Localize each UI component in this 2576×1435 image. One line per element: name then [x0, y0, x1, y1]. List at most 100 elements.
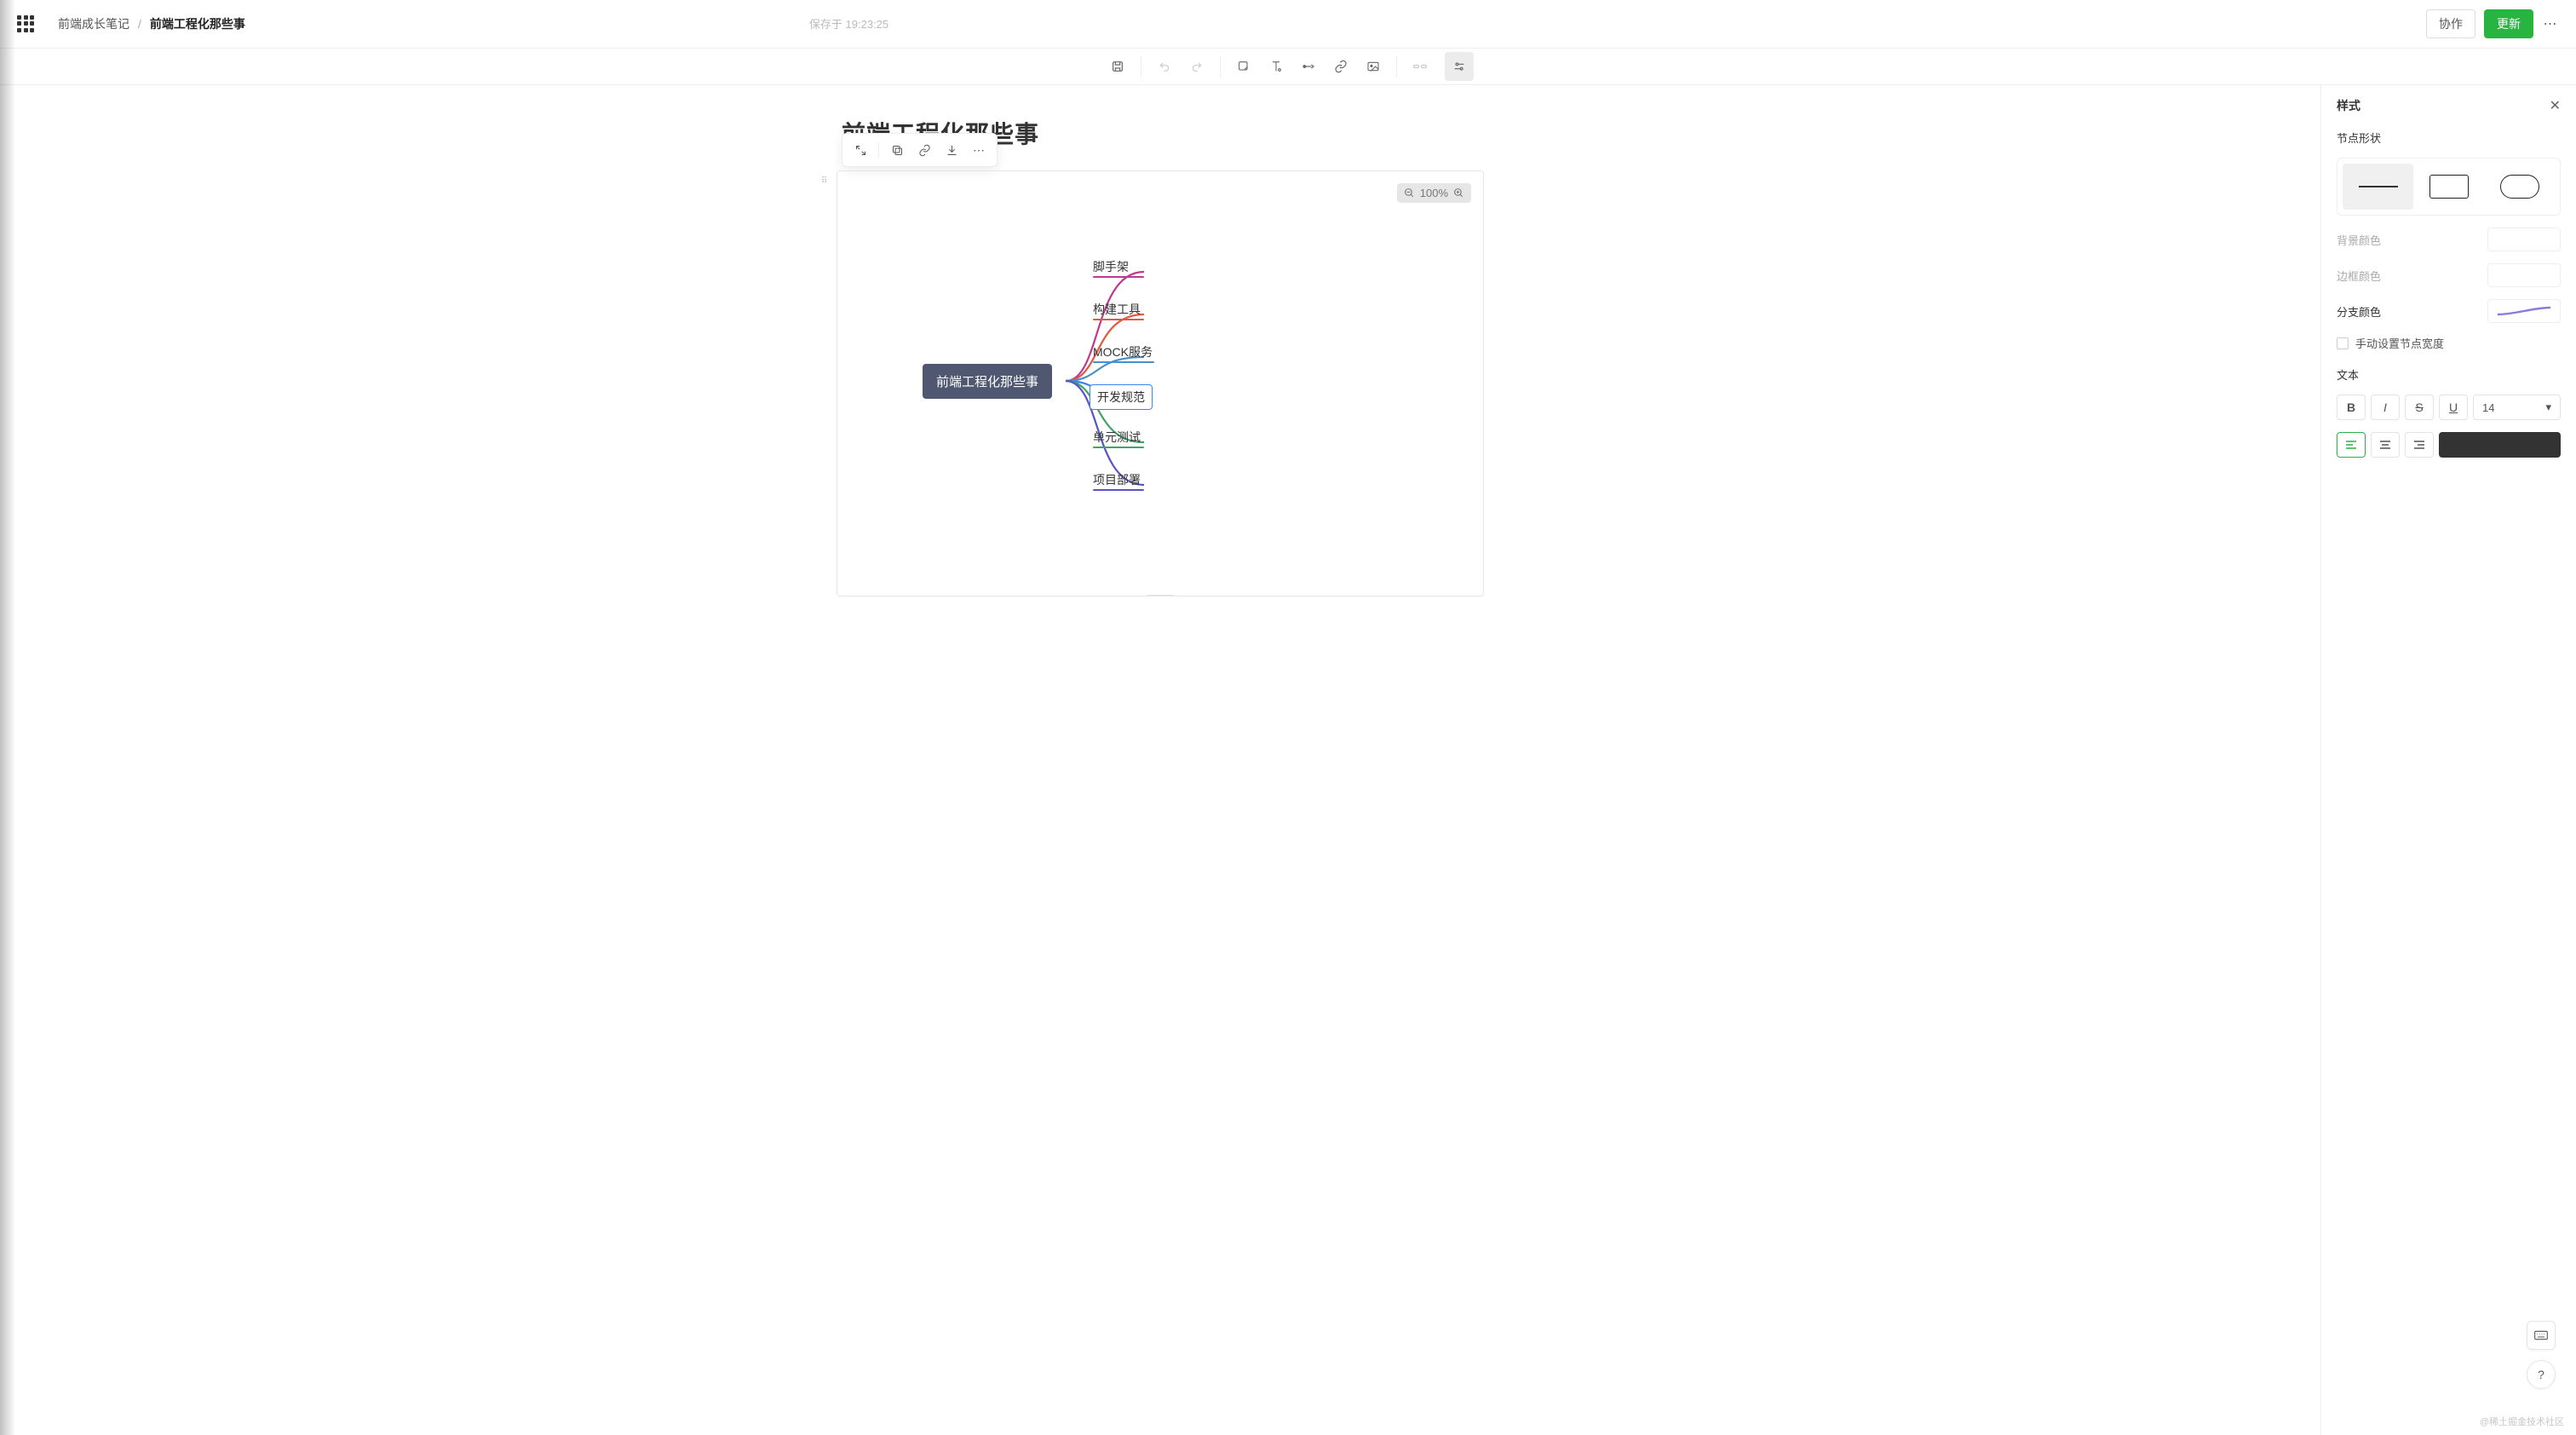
block-resize-handle[interactable]	[1146, 595, 1175, 596]
node-shape-picker	[2337, 158, 2561, 216]
branch-color-swatch[interactable]	[2487, 299, 2561, 323]
mindmap-child-node-selected[interactable]: 开发规范	[1090, 384, 1153, 410]
toolbar-group-break	[1400, 49, 1440, 84]
align-left-button[interactable]	[2337, 432, 2366, 458]
undo-icon[interactable]	[1150, 52, 1179, 81]
update-button[interactable]: 更新	[2484, 9, 2533, 38]
bg-color-label: 背景颜色	[2337, 232, 2381, 248]
toolbar-group-file	[1098, 49, 1137, 84]
mindmap-child-label: MOCK服务	[1093, 345, 1153, 359]
toolbar-sep-2	[1220, 55, 1221, 77]
style-sidepanel: 样式 ✕ 节点形状 背景颜色 边框颜色 分支颜色	[2320, 85, 2576, 1435]
mindmap-child-node[interactable]: 项目部署	[1093, 471, 1141, 488]
unlink-icon[interactable]	[1406, 52, 1435, 81]
mindmap-child-node[interactable]: 脚手架	[1093, 258, 1129, 275]
block-drag-handle-icon[interactable]: ⠿	[821, 177, 826, 186]
node-underline	[1093, 361, 1154, 364]
help-icon[interactable]: ?	[2527, 1360, 2556, 1389]
more-menu-icon[interactable]: ⋯	[2542, 12, 2559, 36]
toolbar-group-insert	[1224, 49, 1393, 84]
saved-time: 19:23:25	[846, 18, 889, 31]
watermark: @稀土掘金技术社区	[2480, 1415, 2564, 1428]
node-shape-label: 节点形状	[2337, 130, 2561, 146]
toolbar-group-history	[1145, 49, 1216, 84]
toolbar-inner	[1098, 49, 1479, 84]
sidepanel-header: 样式 ✕	[2337, 97, 2561, 114]
bold-button[interactable]: B	[2337, 395, 2366, 420]
branch-color-row: 分支颜色	[2337, 299, 2561, 323]
mindmap-child-label: 单元测试	[1093, 430, 1141, 444]
italic-button[interactable]: I	[2371, 395, 2400, 420]
text-shape-icon[interactable]	[1262, 52, 1291, 81]
link-icon[interactable]	[1326, 52, 1355, 81]
connector-icon[interactable]	[1294, 52, 1323, 81]
underline-button[interactable]: U	[2439, 395, 2468, 420]
text-format-row-1: B I S U 14 ▾	[2337, 395, 2561, 420]
expand-icon[interactable]	[848, 137, 873, 163]
border-color-swatch[interactable]	[2487, 263, 2561, 287]
main-area: 前端工程化那些事	[0, 85, 2576, 1435]
node-underline	[1093, 489, 1144, 492]
align-center-button[interactable]	[2371, 432, 2400, 458]
mindmap: 前端工程化那些事 脚手架 构建工具 MOCK服务	[837, 171, 1483, 596]
mindmap-child-node[interactable]: MOCK服务	[1093, 343, 1153, 360]
font-size-value: 14	[2482, 401, 2494, 414]
shape-option-rounded[interactable]	[2484, 164, 2555, 210]
bg-color-swatch[interactable]	[2487, 228, 2561, 251]
font-size-select[interactable]: 14 ▾	[2473, 395, 2561, 420]
align-right-button[interactable]	[2405, 432, 2434, 458]
saved-prefix: 保存于	[809, 18, 842, 31]
manual-width-label: 手动设置节点宽度	[2355, 335, 2444, 351]
manual-width-checkbox-row: 手动设置节点宽度	[2337, 335, 2561, 351]
floating-sep-1	[878, 142, 879, 158]
text-color-swatch[interactable]	[2439, 432, 2561, 458]
image-icon[interactable]	[1359, 52, 1388, 81]
collaborate-button[interactable]: 协作	[2426, 9, 2475, 38]
breadcrumb-doc[interactable]: 前端工程化那些事	[150, 15, 797, 32]
breadcrumb: 前端成长笔记 / 前端工程化那些事	[58, 15, 797, 32]
shape-option-rect[interactable]	[2413, 164, 2484, 210]
breadcrumb-sep: /	[138, 17, 141, 31]
editor-canvas-area: 前端工程化那些事	[0, 85, 2320, 1435]
toolbar-sep-3	[1396, 55, 1397, 77]
toolbar-group-styles	[1440, 49, 1479, 84]
saved-at-label: 保存于 19:23:25	[809, 15, 888, 32]
node-underline	[1093, 447, 1144, 449]
bg-color-row: 背景颜色	[2337, 228, 2561, 251]
border-color-row: 边框颜色	[2337, 263, 2561, 287]
keyboard-shortcuts-icon[interactable]	[2527, 1321, 2556, 1350]
breadcrumb-folder[interactable]: 前端成长笔记	[58, 15, 129, 32]
manual-width-checkbox[interactable]	[2337, 337, 2349, 349]
apps-grid-icon[interactable]	[17, 15, 34, 32]
branch-color-label: 分支颜色	[2337, 303, 2381, 320]
mindmap-child-label: 项目部署	[1093, 473, 1141, 487]
shape-option-line[interactable]	[2343, 164, 2413, 210]
mindmap-child-node[interactable]: 构建工具	[1093, 301, 1141, 318]
mindmap-root-node[interactable]: 前端工程化那些事	[923, 364, 1052, 399]
chevron-down-icon: ▾	[2545, 401, 2551, 414]
header-actions: 协作 更新 ⋯	[2426, 9, 2559, 38]
styles-toggle-icon[interactable]	[1445, 52, 1474, 81]
document-column: 前端工程化那些事	[837, 106, 1484, 1435]
border-color-label: 边框颜色	[2337, 268, 2381, 284]
strike-button[interactable]: S	[2405, 395, 2434, 420]
close-icon[interactable]: ✕	[2550, 97, 2561, 114]
doc-title-area: 前端工程化那些事	[837, 116, 1484, 150]
text-format-row-2	[2337, 432, 2561, 458]
save-icon[interactable]	[1103, 52, 1132, 81]
mindmap-child-label: 脚手架	[1093, 260, 1129, 274]
block-link-icon[interactable]	[911, 137, 937, 163]
download-icon[interactable]	[939, 137, 964, 163]
block-floating-toolbar: ⋯	[842, 133, 998, 167]
node-underline	[1093, 319, 1144, 321]
mindmap-canvas[interactable]: 100%	[837, 170, 1484, 596]
redo-icon[interactable]	[1182, 52, 1211, 81]
sidepanel-title: 样式	[2337, 97, 2360, 114]
mindmap-child-label: 构建工具	[1093, 303, 1141, 316]
header-bar: 前端成长笔记 / 前端工程化那些事 保存于 19:23:25 协作 更新 ⋯	[0, 0, 2576, 48]
main-toolbar	[0, 48, 2576, 85]
block-more-icon[interactable]: ⋯	[966, 137, 992, 163]
note-icon[interactable]	[1229, 52, 1258, 81]
mindmap-child-node[interactable]: 单元测试	[1093, 429, 1141, 446]
copy-icon[interactable]	[884, 137, 910, 163]
